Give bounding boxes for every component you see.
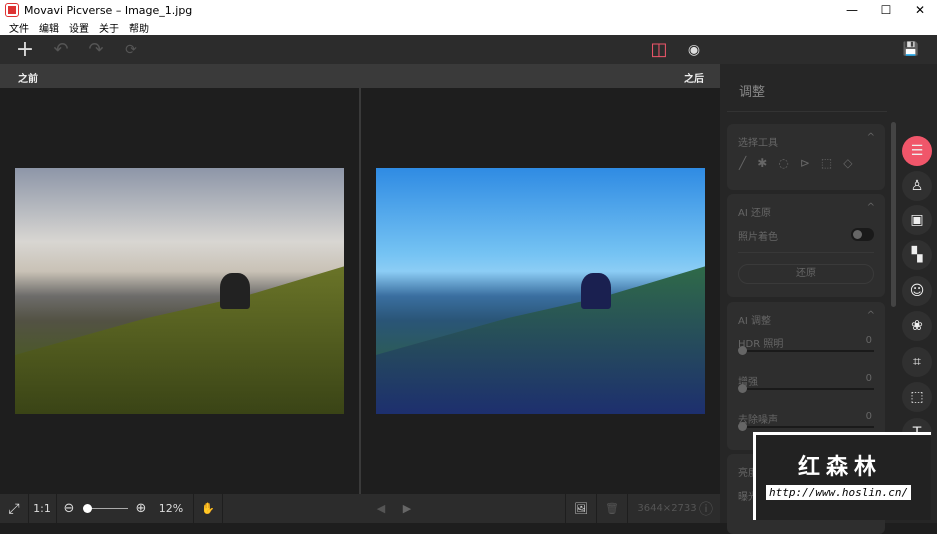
- hdr-slider[interactable]: HDR 照明 0: [738, 335, 874, 355]
- panel-scrollbar[interactable]: [891, 122, 896, 307]
- polygon-lasso-icon[interactable]: ⊳: [800, 156, 810, 170]
- add-icon[interactable]: +: [13, 35, 37, 64]
- eye-icon[interactable]: ◉: [682, 35, 706, 64]
- crop-icon[interactable]: ⌗: [902, 347, 932, 377]
- slider-value: 0: [865, 373, 872, 384]
- select-tools-title: 选择工具: [738, 138, 778, 149]
- menu-settings[interactable]: 设置: [69, 20, 89, 35]
- image-dimensions: 3644×2733: [637, 503, 697, 514]
- ai-restore-title: AI 还原: [738, 208, 771, 219]
- denoise-slider[interactable]: 去除噪声 0: [738, 411, 874, 431]
- compare-labels: 之前 之后: [0, 64, 720, 88]
- mosaic-icon[interactable]: ▚: [902, 240, 932, 270]
- actual-size-button[interactable]: 1:1: [31, 494, 53, 523]
- bottom-bar: ⤢ 1:1 ⊖ ⊕ 12% ✋ ◀ ▶ 🖼 🗑 3644×2733 ⓘ: [0, 494, 720, 523]
- menu-about[interactable]: 关于: [99, 20, 119, 35]
- adjust-icon[interactable]: ☰: [902, 136, 932, 166]
- hand-icon[interactable]: ✋: [199, 494, 217, 523]
- redo-icon[interactable]: ↷: [84, 35, 108, 64]
- slider-value: 0: [865, 411, 872, 422]
- select-tools-card: 选择工具 ^ ╱ ✱ ◌ ⊳ ⬚ ◇: [727, 124, 885, 190]
- panel-title: 调整: [739, 85, 766, 100]
- divider: [627, 494, 628, 523]
- magic-wand-icon[interactable]: ✱: [757, 156, 767, 170]
- divider: [193, 494, 194, 523]
- divider: [727, 111, 887, 112]
- after-image: [376, 168, 705, 414]
- zoom-slider-knob[interactable]: [83, 504, 92, 513]
- ai-restore-card: AI 还原 ^ 照片着色 还原: [727, 194, 885, 297]
- object-removal-icon[interactable]: ⬚: [902, 382, 932, 412]
- before-image: [15, 168, 344, 414]
- reset-icon[interactable]: ⟳: [119, 35, 143, 64]
- next-icon[interactable]: ▶: [399, 494, 415, 523]
- slider-value: 0: [865, 335, 872, 346]
- info-icon[interactable]: ⓘ: [698, 494, 714, 523]
- fit-screen-icon[interactable]: ⤢: [4, 494, 24, 523]
- watermark-url: http://www.hoslin.cn/: [766, 485, 912, 500]
- lasso-icon[interactable]: ◌: [778, 156, 788, 170]
- zoom-out-icon[interactable]: ⊖: [61, 494, 77, 523]
- divider: [222, 494, 223, 523]
- menu-bar: 文件 编辑 设置 关于 帮助: [0, 20, 937, 35]
- menu-file[interactable]: 文件: [9, 20, 29, 35]
- face-icon[interactable]: ☺: [902, 276, 932, 306]
- save-icon[interactable]: 💾: [899, 35, 923, 64]
- undo-icon[interactable]: ↶: [49, 35, 73, 64]
- colorize-toggle[interactable]: [851, 228, 874, 241]
- stamp-icon[interactable]: ♙: [902, 171, 932, 201]
- background-icon[interactable]: ▣: [902, 205, 932, 235]
- compare-divider[interactable]: [359, 88, 361, 494]
- ai-adjust-card: AI 调整 ^ HDR 照明 0 增强 0 去除噪声 0: [727, 302, 885, 450]
- slider-knob[interactable]: [738, 384, 747, 393]
- zoom-level: 12%: [158, 502, 184, 515]
- toolbar: + ↶ ↷ ⟳ ◫ ◉ 💾: [0, 35, 937, 64]
- divider: [28, 494, 29, 523]
- zoom-slider[interactable]: [86, 508, 128, 509]
- watermark: 红森林 http://www.hoslin.cn/: [753, 432, 931, 520]
- slider-knob[interactable]: [738, 422, 747, 431]
- after-label: 之后: [684, 74, 704, 85]
- collapse-chevron-icon[interactable]: ^: [867, 132, 875, 143]
- eraser-icon[interactable]: ◇: [843, 156, 852, 170]
- compare-icon[interactable]: ◫: [647, 35, 671, 64]
- enhance-slider[interactable]: 增强 0: [738, 373, 874, 393]
- maximize-button[interactable]: ☐: [869, 3, 903, 17]
- window-title: Movavi Picverse – Image_1.jpg: [24, 3, 193, 17]
- app-logo-icon: [5, 3, 19, 17]
- minimize-button[interactable]: —: [835, 3, 869, 17]
- watermark-name: 红森林: [798, 455, 883, 480]
- rect-select-icon[interactable]: ⬚: [821, 156, 832, 170]
- before-label: 之前: [18, 74, 38, 85]
- divider: [56, 494, 57, 523]
- brush-icon[interactable]: ╱: [739, 156, 746, 170]
- title-bar: Movavi Picverse – Image_1.jpg — ☐ ✕: [0, 0, 937, 20]
- image-icon[interactable]: 🖼: [571, 494, 591, 523]
- collapse-chevron-icon[interactable]: ^: [867, 202, 875, 213]
- slider-knob[interactable]: [738, 346, 747, 355]
- collapse-chevron-icon[interactable]: ^: [867, 310, 875, 321]
- menu-help[interactable]: 帮助: [129, 20, 149, 35]
- divider: [565, 494, 566, 523]
- color-icon[interactable]: ❀: [902, 311, 932, 341]
- close-button[interactable]: ✕: [903, 3, 937, 17]
- divider: [596, 494, 597, 523]
- restore-button[interactable]: 还原: [738, 264, 874, 284]
- previous-icon[interactable]: ◀: [373, 494, 389, 523]
- menu-edit[interactable]: 编辑: [39, 20, 59, 35]
- trash-icon[interactable]: 🗑: [602, 494, 622, 523]
- zoom-in-icon[interactable]: ⊕: [133, 494, 149, 523]
- ai-adjust-title: AI 调整: [738, 316, 771, 327]
- divider: [738, 252, 874, 253]
